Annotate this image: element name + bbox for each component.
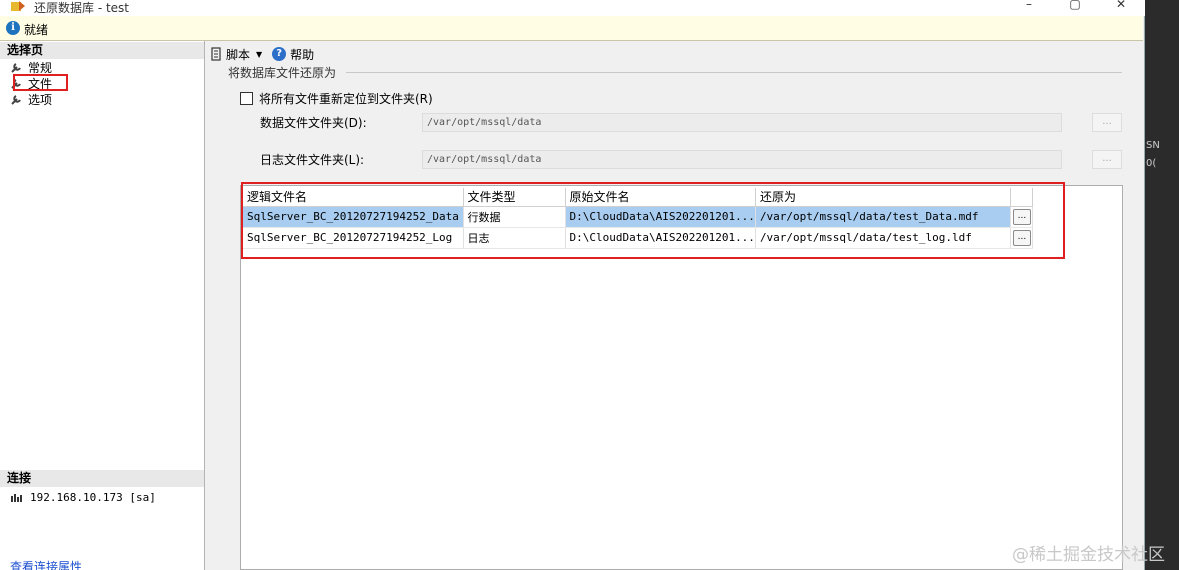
log-folder-browse-button: ... [1092,150,1122,169]
restore-database-window: 还原数据库 - test – ▢ ✕ i 就绪 选择页 常规 文件 选项 连接 … [0,0,1145,570]
group-divider [346,72,1122,73]
log-folder-input: /var/opt/mssql/data [422,150,1062,169]
left-pane: 选择页 常规 文件 选项 连接 192.168.10.173 [sa] 查看连接… [0,41,205,570]
relocate-checkbox-label: 将所有文件重新定位到文件夹(R) [259,92,433,106]
connection-item: 192.168.10.173 [sa] [10,491,156,504]
wrench-icon [11,95,21,105]
close-icon[interactable]: ✕ [1114,0,1128,10]
connection-header: 连接 [0,470,204,487]
relocate-checkbox-row[interactable]: 将所有文件重新定位到文件夹(R) [240,90,433,107]
info-icon: i [6,21,20,35]
background-edge-fragment: 0( [1146,158,1157,169]
maximize-icon[interactable]: ▢ [1068,0,1082,10]
data-folder-input: /var/opt/mssql/data [422,113,1062,132]
window-title: 还原数据库 - test [34,1,130,15]
help-button[interactable]: 帮助 [290,46,314,63]
server-connection-icon [11,494,22,502]
help-icon[interactable]: ? [272,47,287,61]
nav-item-options[interactable]: 选项 [10,92,52,108]
nav-item-label: 选项 [28,93,53,107]
toolbar: 脚本 ▼ ? 帮助 [210,45,314,63]
connection-server: 192.168.10.173 [sa] [30,491,156,504]
files-highlight-box [13,74,68,91]
database-restore-icon [11,1,25,11]
relocate-checkbox[interactable] [240,92,253,105]
log-folder-label: 日志文件文件夹(L): [260,153,365,167]
wrench-icon [11,63,21,73]
minimize-icon[interactable]: – [1022,0,1036,10]
title-bar: 还原数据库 - test – ▢ ✕ [0,0,1145,16]
restore-files-group-title: 将数据库文件还原为 [228,66,337,80]
status-bar: i 就绪 [0,16,1143,41]
chevron-down-icon[interactable]: ▼ [256,50,262,59]
background-edge-fragment: SN [1146,140,1160,151]
data-folder-browse-button: ... [1092,113,1122,132]
script-icon [211,47,221,61]
nav-item-label: 常规 [28,61,53,75]
view-connection-properties-link[interactable]: 查看连接属性 [10,558,82,570]
data-folder-label: 数据文件文件夹(D): [260,116,367,130]
watermark: @稀土掘金技术社区 [1012,545,1165,565]
script-button[interactable]: 脚本 [226,46,250,63]
right-pane: 脚本 ▼ ? 帮助 将数据库文件还原为 将所有文件重新定位到文件夹(R) 数据文… [206,41,1144,570]
status-text: 就绪 [24,23,49,37]
file-grid-highlight-box [241,182,1065,259]
select-page-header: 选择页 [0,42,204,59]
